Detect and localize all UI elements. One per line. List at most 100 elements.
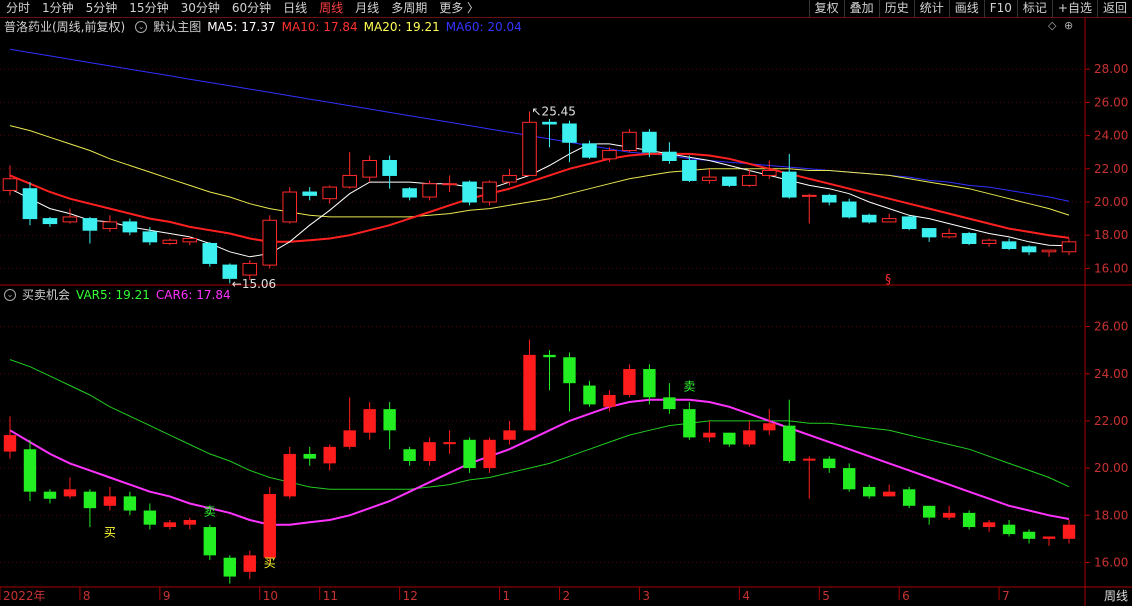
signal-bar bbox=[882, 491, 896, 497]
signal-bar bbox=[243, 555, 256, 572]
candle-body bbox=[402, 188, 417, 198]
signal-bar bbox=[143, 510, 157, 525]
candle-body bbox=[682, 160, 697, 181]
candle-body bbox=[282, 191, 298, 223]
period-switch-button[interactable]: 周线 bbox=[1104, 587, 1128, 604]
signal-bar bbox=[423, 442, 436, 462]
candle-body bbox=[1061, 241, 1077, 253]
x-tick-label: 7 bbox=[1002, 589, 1010, 603]
candle-body bbox=[322, 186, 337, 200]
candle-body bbox=[981, 239, 997, 244]
candle-body bbox=[182, 238, 198, 243]
signal-bar bbox=[962, 512, 976, 528]
x-tick-label: 6 bbox=[902, 589, 910, 603]
candle-body bbox=[901, 216, 917, 230]
candle-body bbox=[702, 176, 717, 181]
signal-bar bbox=[723, 432, 736, 445]
x-tick-label: 8 bbox=[83, 589, 91, 603]
signal-bar bbox=[563, 357, 576, 384]
candle-body bbox=[262, 219, 278, 266]
x-tick-label: 4 bbox=[742, 589, 750, 603]
main-tick-label: 16.00 bbox=[1094, 261, 1128, 275]
candle-body bbox=[841, 201, 857, 218]
candle-body bbox=[622, 131, 637, 152]
x-tick-label: 3 bbox=[642, 589, 650, 603]
candle-body bbox=[382, 160, 397, 176]
signal-bar bbox=[63, 489, 77, 497]
signal-label: 卖 bbox=[683, 379, 695, 393]
candle-body bbox=[821, 194, 837, 203]
candle-body bbox=[582, 143, 597, 158]
signal-label: 买 bbox=[264, 556, 276, 570]
candle-body bbox=[82, 218, 98, 231]
signal-bar bbox=[83, 491, 97, 509]
signal-bar bbox=[403, 449, 416, 462]
signal-bar bbox=[383, 409, 396, 431]
candle-body bbox=[162, 239, 178, 244]
signal-bar bbox=[863, 486, 876, 497]
signal-bar bbox=[263, 494, 276, 558]
candle-body bbox=[562, 123, 577, 143]
signal-bar bbox=[203, 527, 217, 556]
signal-bar bbox=[223, 557, 236, 577]
candle-body bbox=[941, 233, 957, 238]
signal-bar bbox=[703, 432, 716, 438]
signal-bar bbox=[483, 439, 496, 469]
car6-line bbox=[9, 398, 1070, 526]
kline-chart[interactable]: 16.00 18.00 20.00 22.00 24.00 26.00 28.00 16.00… bbox=[0, 0, 1132, 606]
candle-body bbox=[961, 233, 977, 244]
x-tick-label: 12 bbox=[403, 589, 418, 603]
signal-bar bbox=[1022, 531, 1036, 539]
signal-bar bbox=[283, 453, 296, 497]
sub-tick-label: 22.00 bbox=[1094, 414, 1128, 428]
signal-bar bbox=[1062, 524, 1076, 539]
candle-body bbox=[342, 174, 357, 188]
candle-body bbox=[2, 178, 18, 191]
candle-body bbox=[921, 228, 937, 238]
signal-bar bbox=[643, 369, 656, 398]
signal-bar bbox=[823, 458, 836, 469]
signal-bar bbox=[463, 439, 476, 469]
signal-bar bbox=[902, 489, 916, 506]
candle-body bbox=[881, 218, 897, 223]
candle-body bbox=[442, 183, 457, 186]
x-tick-label: 1 bbox=[503, 589, 511, 603]
candle-body bbox=[801, 194, 817, 197]
signal-bar bbox=[103, 496, 117, 506]
candle-body bbox=[722, 176, 737, 186]
signal-bar bbox=[843, 468, 856, 490]
signal-bar bbox=[623, 369, 636, 395]
x-tick-label: 10 bbox=[263, 589, 278, 603]
sub-tick-label: 18.00 bbox=[1094, 508, 1128, 522]
candle-body bbox=[62, 216, 78, 223]
signal-bar bbox=[603, 394, 616, 407]
candle-body bbox=[102, 221, 118, 230]
main-tick-label: 28.00 bbox=[1094, 62, 1128, 76]
signal-bar bbox=[663, 397, 676, 410]
high-annotation: ↖25.45 bbox=[532, 105, 576, 119]
candle-body bbox=[542, 121, 557, 125]
candle-body bbox=[122, 221, 138, 233]
candle-body bbox=[642, 131, 657, 153]
signal-bar bbox=[443, 442, 456, 445]
signal-bar bbox=[743, 430, 756, 445]
candle-body bbox=[1001, 241, 1017, 249]
signal-bar bbox=[183, 519, 197, 525]
candle-body bbox=[662, 151, 677, 161]
event-marker: § bbox=[885, 272, 891, 286]
sub-tick-label: 24.00 bbox=[1094, 367, 1128, 381]
signal-bar bbox=[803, 458, 816, 461]
signal-bar bbox=[323, 446, 336, 464]
candle-body bbox=[422, 183, 437, 198]
candle-body bbox=[362, 160, 377, 178]
x-tick-label: 9 bbox=[163, 589, 171, 603]
candle-body bbox=[781, 171, 797, 198]
sub-tick-label: 16.00 bbox=[1094, 555, 1128, 569]
sub-tick-label: 20.00 bbox=[1094, 461, 1128, 475]
signal-bar bbox=[303, 453, 316, 459]
signal-bar bbox=[523, 354, 536, 431]
x-tick-label: 5 bbox=[822, 589, 830, 603]
signal-bar bbox=[3, 435, 17, 452]
candle-body bbox=[742, 174, 757, 186]
candle-body bbox=[502, 174, 517, 183]
